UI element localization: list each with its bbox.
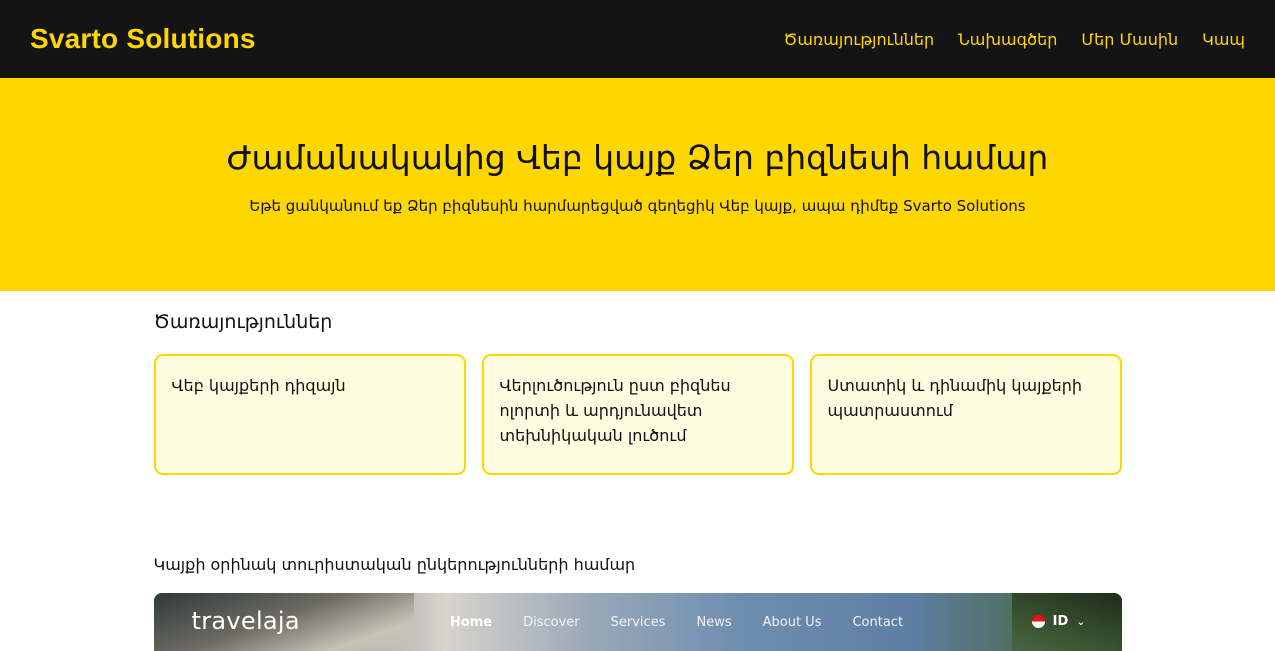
preview-language-selector: ID ⌄ xyxy=(1031,614,1086,629)
preview-nav-discover: Discover xyxy=(523,615,580,630)
preview-nav: Home Discover Services News About Us Con… xyxy=(450,615,903,630)
example-heading: Կայքի օրինակ տուրիստական ընկերություններ… xyxy=(153,555,636,574)
service-card-development: Ստատիկ և դինամիկ կայքերի պատրաստում xyxy=(809,354,1122,475)
preview-lang-label: ID xyxy=(1052,614,1069,629)
site-header: Svarto Solutions Ծառայություններ Նախագծե… xyxy=(0,0,1275,78)
flag-icon xyxy=(1031,615,1045,628)
example-site-preview: travelaja Home Discover Services News Ab… xyxy=(153,593,1122,651)
hero-title: Ժամանակակից Վեբ կայք Ձեր բիզնեսի համար xyxy=(226,138,1049,177)
nav-link-contact[interactable]: Կապ xyxy=(1202,30,1245,49)
service-card-analysis: Վերլուծություն ըստ բիզնես ոլորտի և արդյո… xyxy=(481,354,794,475)
preview-logo: travelaja xyxy=(191,607,300,635)
nav-link-services[interactable]: Ծառայություններ xyxy=(784,30,935,49)
main-content: Ծառայություններ Վեբ կայքերի դիզայն Վերլո… xyxy=(153,311,1122,651)
services-heading: Ծառայություններ xyxy=(153,311,333,333)
preview-navbar: travelaja Home Discover Services News Ab… xyxy=(154,593,1122,649)
preview-nav-news: News xyxy=(696,615,732,630)
preview-nav-about: About Us xyxy=(762,615,822,630)
brand-logo[interactable]: Svarto Solutions xyxy=(30,23,256,55)
hero-subtitle: Եթե ցանկանում եք Ձեր բիզնեսին հարմարեցվա… xyxy=(249,197,1026,215)
preview-nav-home: Home xyxy=(449,615,493,630)
nav-link-about[interactable]: Մեր Մասին xyxy=(1081,30,1178,49)
services-cards: Վեբ կայքերի դիզայն Վերլուծություն ըստ բի… xyxy=(153,354,1122,475)
chevron-down-icon: ⌄ xyxy=(1076,615,1086,628)
hero-section: Ժամանակակից Վեբ կայք Ձեր բիզնեսի համար Ե… xyxy=(0,78,1275,291)
service-card-design: Վեբ կայքերի դիզայն xyxy=(153,354,466,475)
preview-nav-services: Services xyxy=(610,615,666,630)
preview-nav-contact: Contact xyxy=(852,615,904,630)
main-nav: Ծառայություններ Նախագծեր Մեր Մասին Կապ xyxy=(784,30,1245,49)
nav-link-projects[interactable]: Նախագծեր xyxy=(958,30,1057,49)
